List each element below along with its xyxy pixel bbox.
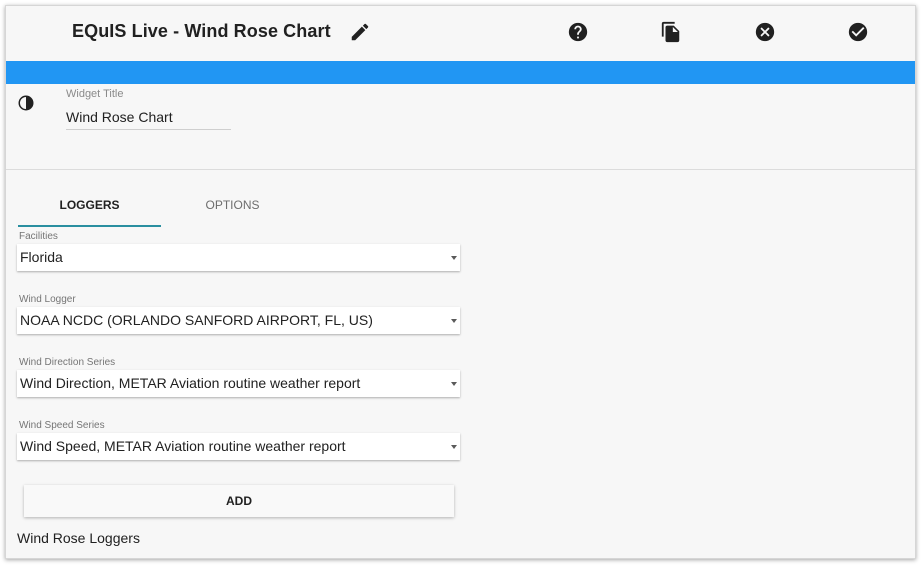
accent-bar [6, 61, 915, 84]
cancel-icon[interactable] [754, 21, 776, 43]
wind-logger-label: Wind Logger [19, 294, 76, 305]
dialog-title: EQuIS Live - Wind Rose Chart [72, 21, 331, 41]
tab-options[interactable]: OPTIONS [161, 195, 304, 227]
widget-title-label: Widget Title [66, 88, 124, 100]
section-divider [6, 169, 915, 170]
wind-logger-select[interactable]: NOAA NCDC (ORLANDO SANFORD AIRPORT, FL, … [17, 307, 460, 334]
dropdown-arrow-icon [451, 319, 457, 323]
dropdown-arrow-icon [451, 256, 457, 260]
add-button[interactable]: ADD [24, 485, 454, 517]
wind-speed-value: Wind Speed, METAR Aviation routine weath… [20, 438, 346, 454]
widget-title-input[interactable] [66, 105, 231, 130]
dropdown-arrow-icon [451, 445, 457, 449]
wind-rose-loggers-label: Wind Rose Loggers [17, 530, 140, 546]
confirm-icon[interactable] [847, 21, 869, 43]
edit-icon[interactable] [349, 21, 371, 43]
wind-direction-select[interactable]: Wind Direction, METAR Aviation routine w… [17, 370, 460, 397]
wind-speed-select[interactable]: Wind Speed, METAR Aviation routine weath… [17, 433, 460, 460]
facilities-value: Florida [20, 249, 63, 265]
wind-logger-value: NOAA NCDC (ORLANDO SANFORD AIRPORT, FL, … [20, 312, 373, 328]
facilities-select[interactable]: Florida [17, 244, 460, 271]
wind-direction-label: Wind Direction Series [19, 357, 116, 368]
wind-rose-dialog: EQuIS Live - Wind Rose Chart Widget Titl… [5, 5, 916, 559]
contrast-icon [17, 94, 35, 112]
wind-direction-value: Wind Direction, METAR Aviation routine w… [20, 375, 361, 391]
dialog-header: EQuIS Live - Wind Rose Chart [6, 6, 915, 61]
wind-speed-label: Wind Speed Series [19, 420, 105, 431]
tab-loggers[interactable]: LOGGERS [18, 195, 161, 227]
dropdown-arrow-icon [451, 382, 457, 386]
facilities-label: Facilities [19, 231, 58, 242]
copy-icon[interactable] [660, 21, 682, 43]
help-icon[interactable] [567, 21, 589, 43]
